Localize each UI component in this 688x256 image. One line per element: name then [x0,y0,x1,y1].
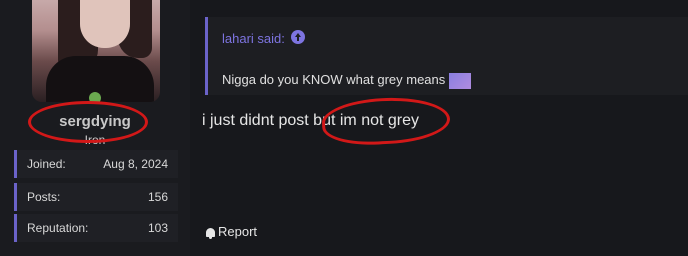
avatar[interactable] [32,0,160,102]
stat-label: Reputation: [27,221,89,235]
user-sidebar: sergdying Iron Joined: Aug 8, 2024 Posts… [0,0,190,256]
report-label: Report [218,224,258,239]
stat-reputation: Reputation: 103 [14,214,178,242]
stat-value: 156 [147,190,168,204]
report-button[interactable]: Report [206,224,257,239]
stat-label: Joined: [27,157,66,171]
quote-text: Nigga do you KNOW what grey means [222,72,472,89]
arrow-up-circle-icon[interactable] [291,30,305,44]
stat-joined: Joined: Aug 8, 2024 [14,150,178,178]
stat-value: Aug 8, 2024 [103,157,168,171]
stat-posts: Posts: 156 [14,183,178,211]
avatar-face [80,0,130,48]
stat-value: 103 [147,221,168,235]
quote-text-content: Nigga do you KNOW what grey means [222,72,446,87]
stat-label: Posts: [27,190,61,204]
emoji-icon [449,72,472,89]
quote-author[interactable]: lahari said: [222,31,285,46]
red-annotation-circle-username [28,101,148,143]
bell-icon [206,228,215,239]
quote-block: lahari said: Nigga do you KNOW what grey… [205,17,688,95]
